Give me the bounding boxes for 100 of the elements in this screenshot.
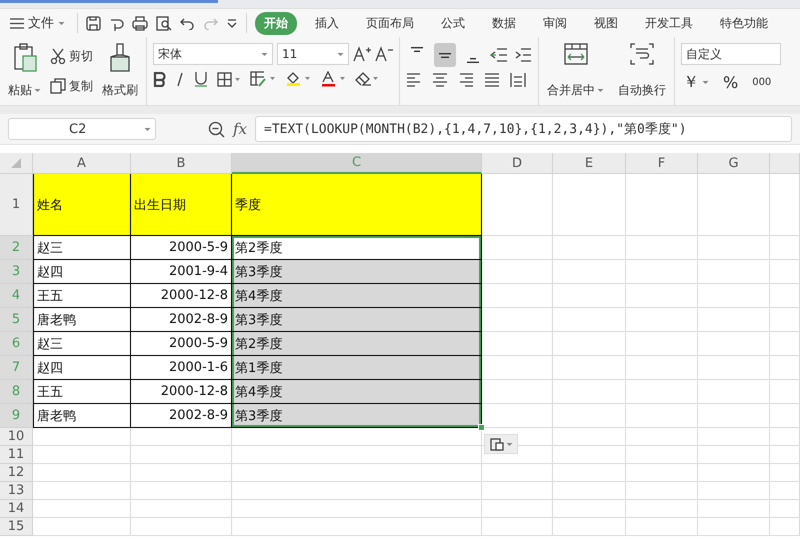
align-center-icon[interactable] <box>432 73 448 87</box>
formula-input[interactable]: =TEXT(LOOKUP(MONTH(B2),{1,4,7,10},{1,2,3,4}),"第0季度") <box>255 116 792 142</box>
table-cell: 第2季度 <box>232 332 482 356</box>
caret-icon[interactable] <box>597 88 604 93</box>
copy-button[interactable]: 复制 <box>48 76 95 96</box>
empty-cell <box>770 356 800 380</box>
justify-icon[interactable] <box>484 73 500 87</box>
dropdown-icon[interactable] <box>226 18 238 28</box>
outdent-icon[interactable] <box>490 48 508 62</box>
caret-icon[interactable] <box>337 52 344 56</box>
table-cell: 季度 <box>232 174 482 236</box>
empty-cell <box>626 428 698 446</box>
file-menu[interactable]: 文件 <box>6 12 69 34</box>
empty-cell <box>770 446 800 464</box>
save-icon[interactable] <box>86 16 101 30</box>
row-header[interactable]: 14 <box>0 500 33 518</box>
empty-cell <box>626 464 698 482</box>
merge-center-button[interactable]: 合并居中 <box>545 41 606 101</box>
empty-cell <box>770 236 800 260</box>
table-cell: 第2季度 <box>232 236 482 260</box>
caret-icon[interactable] <box>506 442 512 446</box>
insert-function-button[interactable]: fx <box>233 120 248 138</box>
column-header[interactable]: E <box>553 153 626 174</box>
row-header[interactable]: 11 <box>0 446 33 464</box>
increase-font-icon[interactable] <box>353 46 371 62</box>
ribbon-tab[interactable]: 开发工具 <box>636 12 702 34</box>
borders-icon[interactable] <box>217 72 241 86</box>
number-format-select[interactable]: 自定义 <box>681 43 781 65</box>
column-header[interactable]: D <box>482 153 553 174</box>
bold-icon[interactable] <box>153 72 166 86</box>
currency-button[interactable]: ￥ <box>681 71 711 94</box>
percent-button[interactable]: % <box>721 72 740 93</box>
print-icon[interactable] <box>132 16 148 30</box>
indent-icon[interactable] <box>514 48 532 62</box>
row-header[interactable]: 12 <box>0 464 33 482</box>
table-cell: 赵四 <box>33 356 131 380</box>
align-right-icon[interactable] <box>458 73 474 87</box>
paste-options-button[interactable] <box>484 434 518 454</box>
distributed-align-icon[interactable] <box>510 72 526 88</box>
column-header[interactable]: F <box>626 153 698 174</box>
ribbon-tab[interactable]: 视图 <box>585 12 627 34</box>
ribbon-tab[interactable]: 数据 <box>483 12 525 34</box>
empty-cell <box>698 404 770 428</box>
fill-handle[interactable] <box>478 424 485 431</box>
wrap-text-icon <box>630 43 654 65</box>
cut-button[interactable]: 剪切 <box>48 46 95 66</box>
ribbon-tab[interactable]: 审阅 <box>534 12 576 34</box>
empty-cell <box>482 482 553 500</box>
thousands-button[interactable]: 000 <box>750 76 774 89</box>
empty-cell <box>770 332 800 356</box>
undo-icon[interactable] <box>180 16 195 30</box>
caret-icon[interactable] <box>58 20 65 26</box>
table-cell: 第3季度 <box>232 260 482 284</box>
ribbon-tab[interactable]: 页面布局 <box>357 12 423 34</box>
cell-style-icon[interactable] <box>250 71 276 87</box>
column-header[interactable]: G <box>698 153 770 174</box>
empty-cell <box>698 500 770 518</box>
ribbon-tab[interactable]: 插入 <box>306 12 348 34</box>
decrease-font-icon[interactable] <box>375 46 393 62</box>
column-header[interactable]: A <box>33 153 131 174</box>
name-box[interactable]: C2 <box>8 118 156 140</box>
font-size-select[interactable]: 11 <box>277 43 349 65</box>
align-left-icon[interactable] <box>406 73 422 87</box>
eraser-icon[interactable] <box>355 71 379 87</box>
ribbon-tab[interactable]: 公式 <box>432 12 474 34</box>
align-middle-icon <box>439 52 451 58</box>
column-header[interactable]: B <box>131 153 232 174</box>
italic-icon[interactable] <box>175 72 185 86</box>
wrap-text-button[interactable]: 自动换行 <box>616 41 668 101</box>
zoom-icon[interactable] <box>208 120 225 138</box>
empty-cell <box>482 464 553 482</box>
caret-icon[interactable] <box>34 88 41 93</box>
paste-options-icon <box>490 437 504 451</box>
print-preview-icon[interactable] <box>156 16 172 30</box>
empty-cell <box>626 482 698 500</box>
table-cell: 2000-5-9 <box>131 236 232 260</box>
menu-icon[interactable] <box>10 18 24 28</box>
underline-icon[interactable] <box>194 71 208 87</box>
caret-icon[interactable] <box>702 80 709 85</box>
empty-cell <box>698 284 770 308</box>
fill-color-icon[interactable] <box>285 71 311 87</box>
copy-icon <box>50 78 66 94</box>
row-header[interactable]: 15 <box>0 518 33 536</box>
cell-reference: C2 <box>69 122 86 136</box>
font-color-icon[interactable] <box>320 71 346 87</box>
caret-icon[interactable] <box>144 126 151 132</box>
font-name-select[interactable]: 宋体 <box>153 43 273 65</box>
row-header[interactable]: 1 <box>0 174 33 236</box>
format-painter-button[interactable]: 格式刷 <box>100 41 140 101</box>
ribbon-tab[interactable]: 特色功能 <box>711 12 777 34</box>
row-header[interactable]: 10 <box>0 428 33 446</box>
empty-cell <box>626 284 698 308</box>
table-cell: 赵三 <box>33 332 131 356</box>
caret-icon[interactable] <box>261 52 268 56</box>
paste-button[interactable]: 粘贴 <box>6 41 43 101</box>
empty-cell <box>698 518 770 536</box>
empty-cell <box>626 174 698 236</box>
vertical-align-button[interactable] <box>434 43 456 67</box>
row-header[interactable]: 13 <box>0 482 33 500</box>
empty-cell <box>626 518 698 536</box>
